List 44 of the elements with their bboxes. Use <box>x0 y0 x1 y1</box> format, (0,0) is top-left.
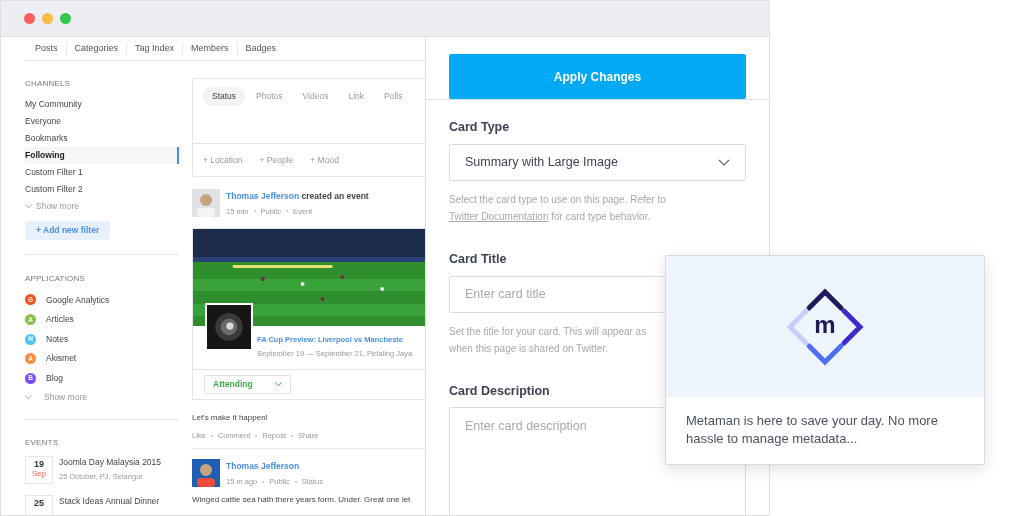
nav-tab[interactable]: Tag Index <box>127 41 183 56</box>
card-type-select[interactable]: Summary with Large Image <box>449 143 746 181</box>
app-link[interactable]: Google Analytics <box>46 293 110 307</box>
channel-item[interactable]: Bookmarks <box>25 130 179 147</box>
channel-item[interactable]: Everyone <box>25 113 179 130</box>
field-label: Card Type <box>449 119 511 136</box>
avatar <box>192 189 220 217</box>
nav-tab[interactable]: Posts <box>25 41 66 56</box>
event-title[interactable]: Stack Ideas Annual Dinner <box>59 495 160 508</box>
event-date: 25 <box>25 495 53 515</box>
section-title: CHANNELS <box>25 78 72 90</box>
logo-letter: m <box>814 312 836 337</box>
chevron-icon <box>25 204 32 209</box>
chevron-icon <box>718 158 730 166</box>
close-button[interactable] <box>24 13 35 24</box>
post-header: Thomas Jefferson <box>226 460 301 473</box>
app-link[interactable]: Blog <box>46 371 63 385</box>
nav-tab[interactable]: Members <box>183 41 237 56</box>
post-header: Thomas Jefferson created an event <box>226 190 369 203</box>
channel-item[interactable]: Custom Filter 2 <box>25 181 179 198</box>
channel-item[interactable]: Custom Filter 1 <box>25 164 179 181</box>
field-hint: Select the card type to use on this page. Refer to Twitter Documentation for card type behavior. <box>449 192 667 224</box>
channel-item[interactable]: Following <box>25 147 179 164</box>
avatar <box>192 459 220 488</box>
field-label: Card Title <box>449 250 508 268</box>
event-title[interactable]: Joomla Day Malaysia 2015 <box>59 456 162 469</box>
field-hint: Set the title for your card. This will appear as when this page is shared on Twitter. <box>449 324 648 356</box>
chevron-icon <box>25 395 32 401</box>
section-title: EVENTS <box>25 437 60 450</box>
channel-item[interactable]: My Community <box>25 96 179 113</box>
app-link[interactable]: Articles <box>46 313 74 326</box>
section-title: APPLICATIONS <box>25 273 87 286</box>
chevron-icon <box>275 382 282 387</box>
post-message: Let's make it happen! <box>192 412 269 424</box>
field-label: Card Description <box>449 382 551 400</box>
nav-tab[interactable]: Categories <box>66 41 127 56</box>
app-link[interactable]: Notes <box>46 332 69 346</box>
nav-tab[interactable]: Badges <box>237 41 285 56</box>
event-date: 19 Sep <box>25 456 53 485</box>
post-message: Winged cattle sea hath there years form. Under. Great one let <box>192 494 412 507</box>
zoom-button[interactable] <box>60 13 71 24</box>
composer-tab[interactable]: Status <box>203 87 246 106</box>
minimize-button[interactable] <box>42 13 53 24</box>
app-link[interactable]: Akismet <box>46 352 77 366</box>
